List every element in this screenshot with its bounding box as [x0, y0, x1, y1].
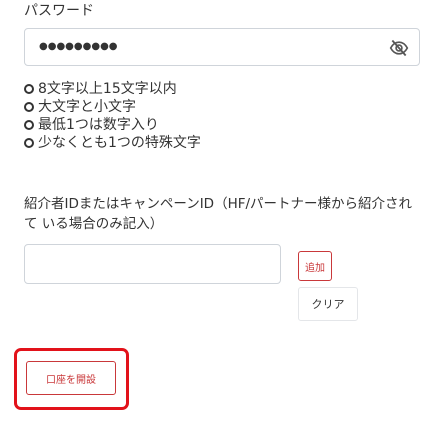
rule-text: 大文字と小文字 [38, 99, 136, 115]
rule-length: 8文字以上15文字以内 [24, 80, 201, 98]
referral-description: 紹介者IDまたはキャンペーンID（HF/パートナー様から紹介されて いる場合のみ… [24, 196, 413, 232]
rule-text: 最低1つは数字入り [38, 117, 159, 133]
add-button[interactable]: 追加 [298, 251, 332, 281]
rule-text: 少なくとも1つの特殊文字 [38, 135, 201, 151]
password-field[interactable]: ●●●●●●●●● [24, 28, 420, 66]
rule-check-icon [24, 138, 34, 148]
password-rules: 8文字以上15文字以内 大文字と小文字 最低1つは数字入り 少なくとも1つの特殊… [24, 80, 201, 152]
rule-check-icon [24, 84, 34, 94]
rule-case: 大文字と小文字 [24, 98, 201, 116]
rule-text: 8文字以上15文字以内 [38, 81, 177, 97]
password-value: ●●●●●●●●● [39, 41, 118, 52]
referral-id-input[interactable] [24, 244, 281, 284]
clear-button[interactable]: クリア [298, 287, 358, 321]
submit-highlight-frame: 口座を開設 [14, 348, 129, 410]
password-label: パスワード [24, 3, 94, 19]
eye-slash-icon[interactable] [389, 38, 409, 58]
open-account-button[interactable]: 口座を開設 [26, 361, 116, 395]
rule-check-icon [24, 120, 34, 130]
rule-check-icon [24, 102, 34, 112]
rule-digit: 最低1つは数字入り [24, 116, 201, 134]
rule-special: 少なくとも1つの特殊文字 [24, 134, 201, 152]
